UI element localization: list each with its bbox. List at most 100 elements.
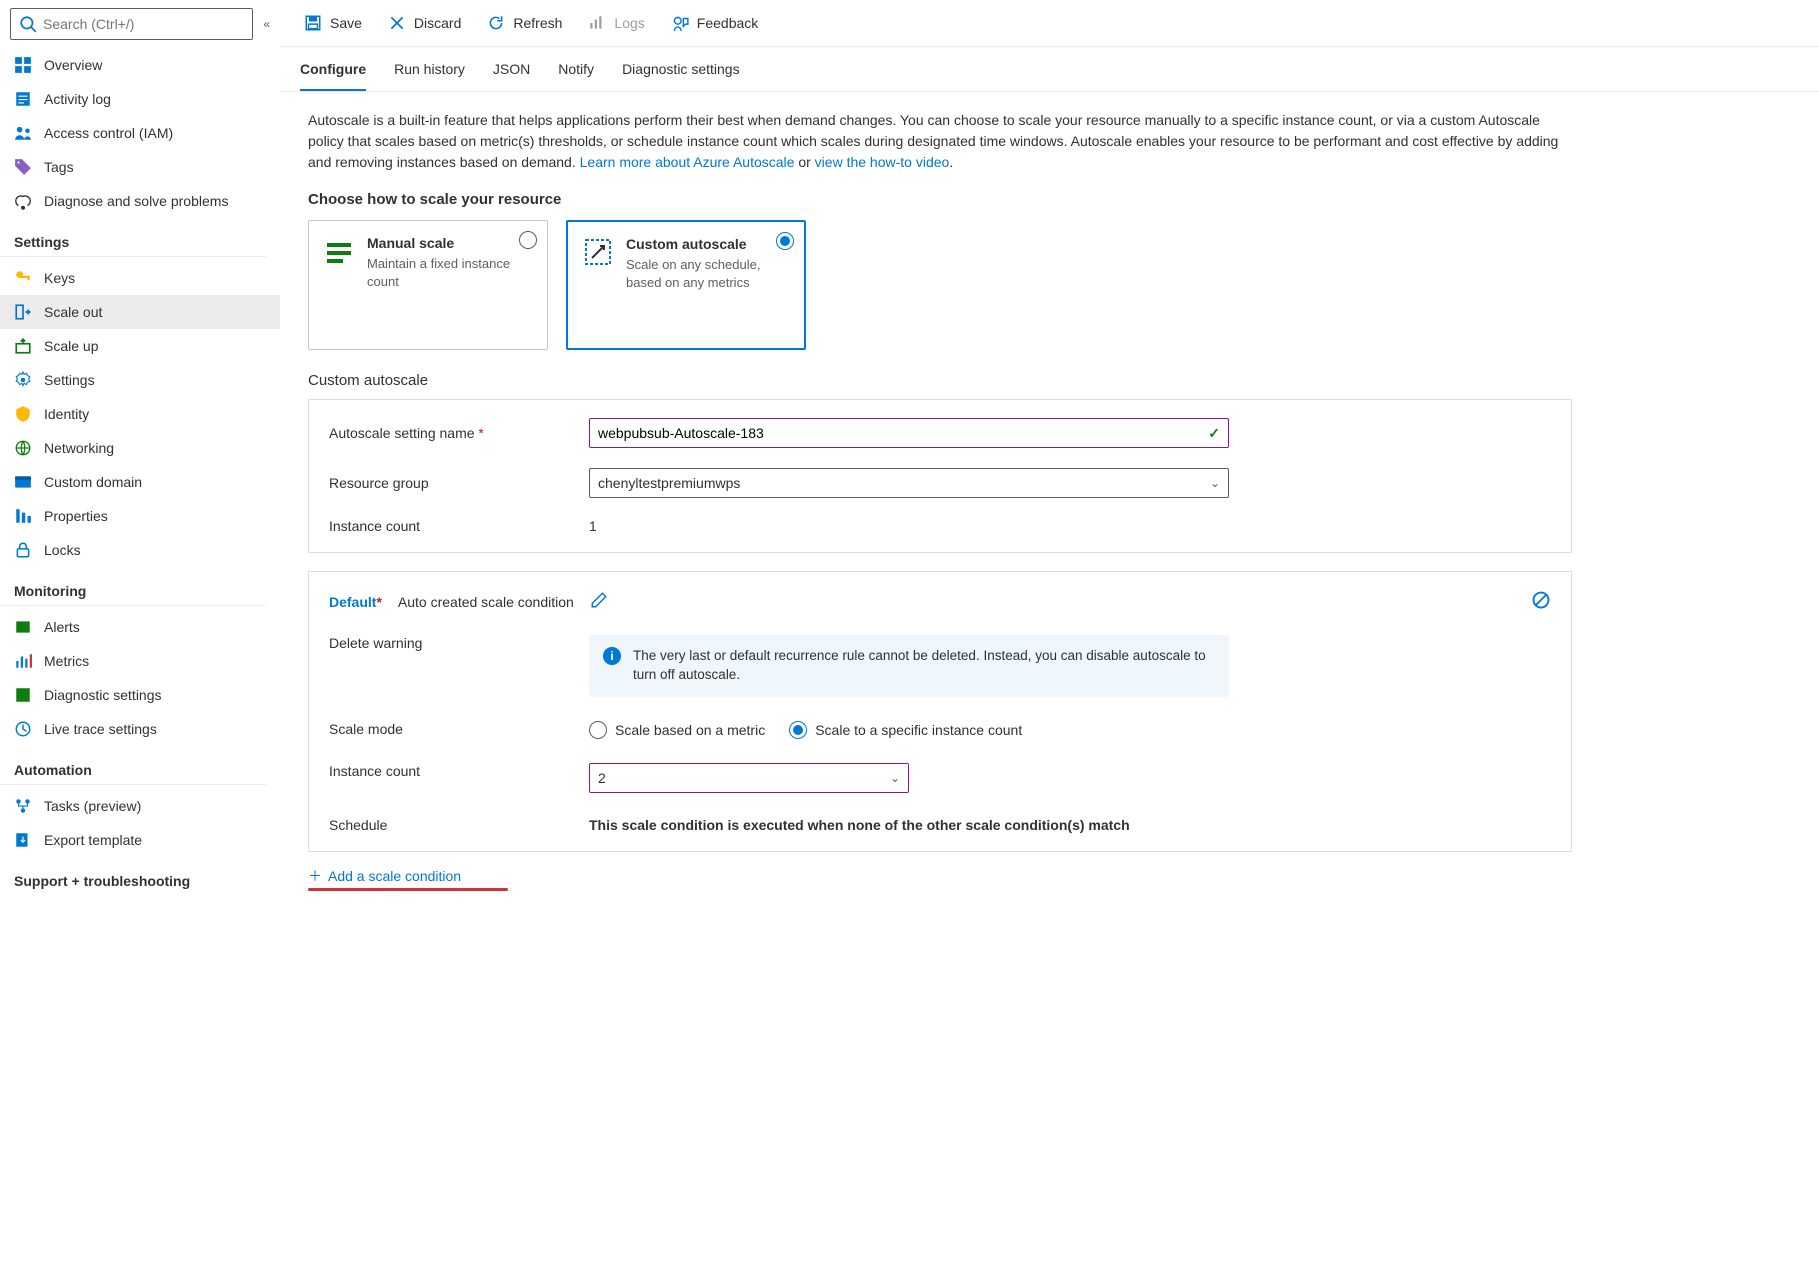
- sidebar-item-overview[interactable]: Overview: [0, 48, 280, 82]
- custom-domain-icon: [14, 473, 32, 491]
- custom-autoscale-card[interactable]: Custom autoscale Scale on any schedule, …: [566, 220, 806, 350]
- sidebar-item-activity-log[interactable]: Activity log: [0, 82, 280, 116]
- schedule-text: This scale condition is executed when no…: [589, 817, 1130, 833]
- search-input[interactable]: [43, 16, 244, 32]
- sidebar-group-monitoring: Monitoring: [0, 573, 266, 606]
- tab-json[interactable]: JSON: [493, 47, 530, 91]
- custom-autoscale-icon: [582, 236, 614, 268]
- add-scale-condition-link[interactable]: ＋ Add a scale condition: [308, 866, 461, 886]
- resource-group-select[interactable]: chenyltestpremiumwps ⌄: [589, 468, 1229, 498]
- refresh-button[interactable]: Refresh: [483, 10, 566, 36]
- sidebar-item-settings[interactable]: Settings: [0, 363, 280, 397]
- choose-scale-heading: Choose how to scale your resource: [308, 191, 1572, 208]
- setting-name-text[interactable]: [598, 425, 1208, 441]
- toolbar-label: Logs: [614, 15, 644, 31]
- card-subtitle: Maintain a fixed instance count: [367, 255, 533, 291]
- sidebar-item-tasks[interactable]: Tasks (preview): [0, 789, 280, 823]
- access-control-icon: [14, 124, 32, 142]
- discard-button[interactable]: Discard: [384, 10, 465, 36]
- tab-notify[interactable]: Notify: [558, 47, 594, 91]
- diagnostic-settings-icon: [14, 686, 32, 704]
- sidebar-item-scale-out[interactable]: Scale out: [0, 295, 280, 329]
- feedback-button[interactable]: Feedback: [667, 10, 762, 36]
- sidebar-group-support: Support + troubleshooting: [0, 863, 266, 895]
- sidebar-item-label: Locks: [44, 542, 81, 558]
- search-box[interactable]: [10, 8, 253, 40]
- collapse-sidebar-icon[interactable]: «: [263, 17, 270, 31]
- tab-bar: Configure Run history JSON Notify Diagno…: [280, 47, 1819, 92]
- tab-diagnostic-settings[interactable]: Diagnostic settings: [622, 47, 740, 91]
- card-subtitle: Scale on any schedule, based on any metr…: [626, 256, 790, 292]
- manual-scale-card[interactable]: Manual scale Maintain a fixed instance c…: [308, 220, 548, 350]
- radio-indicator: [776, 232, 794, 250]
- manual-scale-icon: [323, 235, 355, 267]
- sidebar-group-automation: Automation: [0, 752, 266, 785]
- sidebar-item-properties[interactable]: Properties: [0, 499, 280, 533]
- setting-name-label: Autoscale setting name: [329, 425, 589, 441]
- setting-name-input[interactable]: ✓: [589, 418, 1229, 448]
- toolbar: Save Discard Refresh Logs Feedback: [280, 0, 1819, 47]
- search-icon: [19, 15, 37, 33]
- sidebar-item-locks[interactable]: Locks: [0, 533, 280, 567]
- sidebar-item-diagnose[interactable]: Diagnose and solve problems: [0, 184, 280, 218]
- scale-mode-metric-radio[interactable]: Scale based on a metric: [589, 721, 765, 739]
- delete-warning-panel: i The very last or default recurrence ru…: [589, 635, 1229, 697]
- instance-count-value: 1: [589, 518, 597, 534]
- tab-run-history[interactable]: Run history: [394, 47, 465, 91]
- sidebar-item-label: Keys: [44, 270, 75, 286]
- tasks-icon: [14, 797, 32, 815]
- toolbar-label: Refresh: [513, 15, 562, 31]
- tags-icon: [14, 158, 32, 176]
- sidebar-item-label: Tasks (preview): [44, 798, 141, 814]
- radio-indicator: [519, 231, 537, 249]
- disable-icon[interactable]: [1531, 590, 1551, 613]
- how-to-video-link[interactable]: view the how-to video: [815, 154, 950, 170]
- sidebar-item-identity[interactable]: Identity: [0, 397, 280, 431]
- scale-out-icon: [14, 303, 32, 321]
- cond-instance-count-select[interactable]: 2 ⌄: [589, 763, 909, 793]
- learn-more-link[interactable]: Learn more about Azure Autoscale: [580, 154, 795, 170]
- metrics-icon: [14, 652, 32, 670]
- save-button[interactable]: Save: [300, 10, 366, 36]
- custom-autoscale-heading: Custom autoscale: [308, 372, 1572, 389]
- add-condition-label: Add a scale condition: [328, 868, 461, 884]
- sidebar-item-label: Export template: [44, 832, 142, 848]
- sidebar-item-label: Activity log: [44, 91, 111, 107]
- sidebar-item-label: Custom domain: [44, 474, 142, 490]
- sidebar-item-label: Metrics: [44, 653, 89, 669]
- clock-icon: [14, 720, 32, 738]
- cond-instance-count-label: Instance count: [329, 763, 589, 779]
- sidebar-item-custom-domain[interactable]: Custom domain: [0, 465, 280, 499]
- select-value: chenyltestpremiumwps: [598, 475, 740, 491]
- export-icon: [14, 831, 32, 849]
- chevron-down-icon: ⌄: [1210, 476, 1220, 490]
- properties-icon: [14, 507, 32, 525]
- sidebar-item-label: Properties: [44, 508, 108, 524]
- radio-label: Scale to a specific instance count: [815, 722, 1022, 738]
- sidebar: « Overview Activity log Access control (…: [0, 0, 280, 1261]
- sidebar-item-metrics[interactable]: Metrics: [0, 644, 280, 678]
- scale-mode-specific-radio[interactable]: Scale to a specific instance count: [789, 721, 1022, 739]
- condition-subtitle: Auto created scale condition: [398, 594, 574, 610]
- sidebar-group-settings: Settings: [0, 224, 266, 257]
- delete-warning-label: Delete warning: [329, 635, 589, 651]
- toolbar-label: Discard: [414, 15, 461, 31]
- edit-icon[interactable]: [590, 591, 608, 612]
- delete-warning-message: The very last or default recurrence rule…: [633, 647, 1215, 685]
- plus-icon: ＋: [308, 866, 322, 886]
- sidebar-item-diagnostic-settings[interactable]: Diagnostic settings: [0, 678, 280, 712]
- tab-configure[interactable]: Configure: [300, 47, 366, 91]
- sidebar-item-keys[interactable]: Keys: [0, 261, 280, 295]
- activity-log-icon: [14, 90, 32, 108]
- logs-button: Logs: [584, 10, 648, 36]
- sidebar-item-label: Networking: [44, 440, 114, 456]
- sidebar-item-alerts[interactable]: Alerts: [0, 610, 280, 644]
- sidebar-item-live-trace[interactable]: Live trace settings: [0, 712, 280, 746]
- networking-icon: [14, 439, 32, 457]
- sidebar-item-scale-up[interactable]: Scale up: [0, 329, 280, 363]
- sidebar-item-export-template[interactable]: Export template: [0, 823, 280, 857]
- sidebar-item-access-control[interactable]: Access control (IAM): [0, 116, 280, 150]
- sidebar-item-tags[interactable]: Tags: [0, 150, 280, 184]
- sidebar-item-networking[interactable]: Networking: [0, 431, 280, 465]
- condition-title: Default*: [329, 594, 382, 610]
